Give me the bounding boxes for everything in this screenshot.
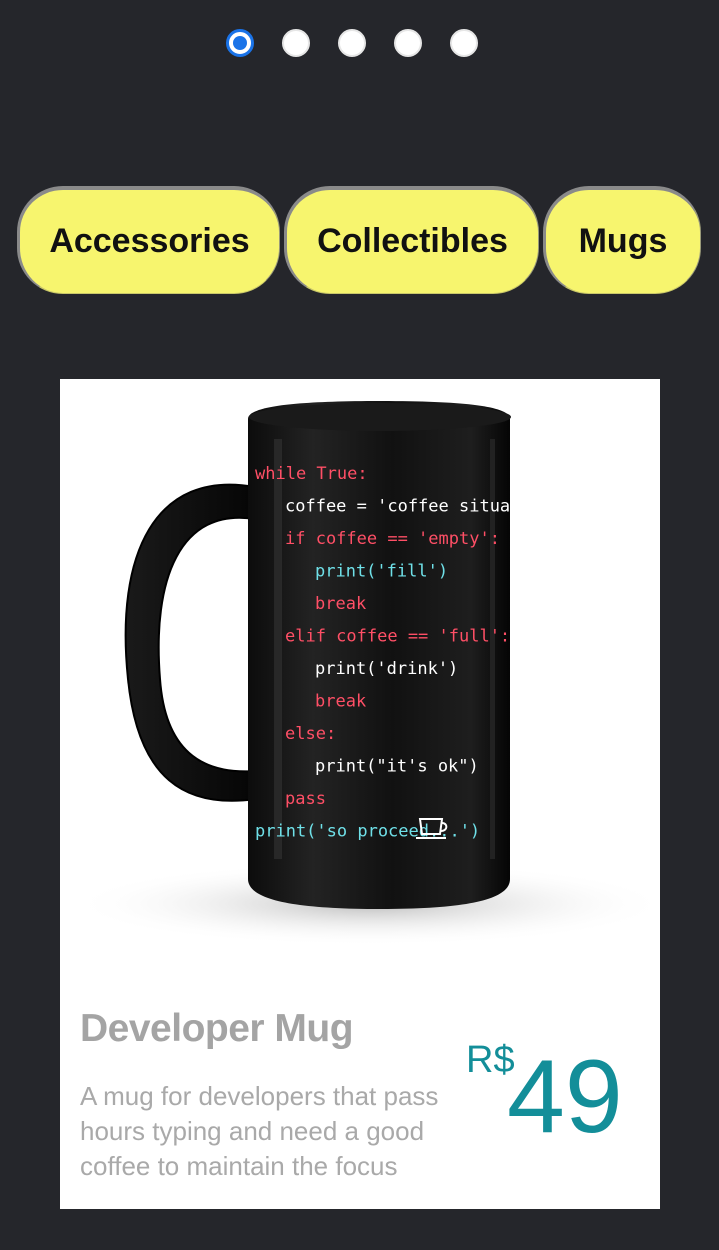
mug-code-line: pass xyxy=(285,789,326,809)
mug-code-line: print("it's ok") xyxy=(315,757,479,777)
product-card[interactable]: while True: coffee = 'coffee situation.' i… xyxy=(60,379,660,1209)
mug-code-line: print('fill') xyxy=(315,562,448,582)
mug-code-line: while True: xyxy=(255,464,368,484)
mug-code-line: coffee = 'coffee situation.' xyxy=(285,497,572,517)
mug-code-line: elif coffee == 'full': xyxy=(285,627,510,647)
carousel-dot-1[interactable] xyxy=(226,29,254,57)
mug-code-line: break xyxy=(315,692,366,712)
mug-code-line: print('drink') xyxy=(315,659,458,679)
carousel-dot-5[interactable] xyxy=(450,29,478,57)
category-button-mugs[interactable]: Mugs xyxy=(543,186,701,294)
category-button-collectibles[interactable]: Collectibles xyxy=(284,186,539,294)
product-image: while True: coffee = 'coffee situation.' i… xyxy=(60,379,660,969)
category-button-accessories[interactable]: Accessories xyxy=(17,186,280,294)
mug-code-line: else: xyxy=(285,724,336,744)
carousel-pagination xyxy=(226,29,478,57)
product-description: A mug for developers that pass hours typ… xyxy=(80,1081,439,1181)
carousel-dot-3[interactable] xyxy=(338,29,366,57)
carousel-dot-4[interactable] xyxy=(394,29,422,57)
price-value: 49 xyxy=(507,1039,623,1155)
carousel-dot-2[interactable] xyxy=(282,29,310,57)
mug-code-line: break xyxy=(315,594,366,614)
product-title: Developer Mug xyxy=(80,1007,354,1050)
mug-code-line: if coffee == 'empty': xyxy=(285,529,500,549)
